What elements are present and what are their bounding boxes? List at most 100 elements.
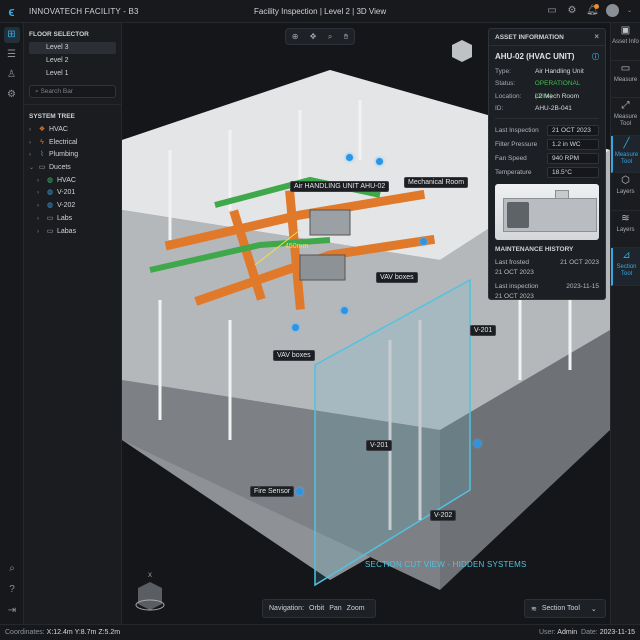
- close-icon[interactable]: ×: [594, 32, 599, 41]
- coord-y: Y:8.7m: [74, 629, 97, 636]
- fire-sensor-label[interactable]: Fire Sensor: [250, 486, 295, 497]
- tool-asset-info[interactable]: ▣ Asset Info: [611, 23, 640, 61]
- tree-item[interactable]: › ⌇ Plumbing: [24, 149, 121, 162]
- coords-label: Coordinates:: [5, 629, 45, 636]
- ahu-label[interactable]: Air HANDLING UNIT AHU-02: [290, 181, 390, 192]
- asset-property: Status: OPERATIONAL (98%): [489, 78, 605, 99]
- chevron-right-icon[interactable]: ›: [29, 149, 35, 162]
- sensor-marker[interactable]: [474, 440, 481, 447]
- section-tool-label: Section Tool: [541, 605, 580, 612]
- tool-measure-tool[interactable]: ⤢ Measure Tool: [611, 98, 640, 136]
- system-tree-heading: SYSTEM TREE: [29, 113, 75, 120]
- tree-item-label: Ducets: [49, 164, 71, 172]
- sensor-marker[interactable]: [341, 307, 348, 314]
- tree-item[interactable]: › ▭ Labas: [24, 226, 121, 239]
- search-icon[interactable]: ⌕: [2, 563, 22, 574]
- bell-icon[interactable]: 🔔︎: [586, 3, 599, 17]
- chevron-down-icon[interactable]: ⌄: [627, 5, 632, 17]
- sensor-marker[interactable]: [420, 238, 427, 245]
- chevron-down-icon[interactable]: ⌄: [29, 162, 35, 175]
- asset-property: Type: Air Handling Unit: [489, 66, 605, 78]
- v201-label[interactable]: V-201: [366, 440, 393, 451]
- vav-label[interactable]: VAV boxes: [273, 350, 315, 361]
- pan-icon[interactable]: ✥: [310, 32, 317, 41]
- tool-label: Section Tool: [616, 264, 637, 277]
- gear-icon[interactable]: ⚙: [566, 5, 578, 17]
- tree-item[interactable]: › ϟ Electrical: [24, 137, 121, 150]
- chevron-right-icon[interactable]: ›: [37, 200, 43, 213]
- orbit-button[interactable]: Orbit: [309, 605, 324, 612]
- maintenance-label: Last frosted: [495, 259, 529, 267]
- tree-item[interactable]: › ▭ Labs: [24, 213, 121, 226]
- chevron-right-icon[interactable]: ›: [37, 213, 43, 226]
- folder-icon: ▭: [38, 164, 46, 172]
- asset-title: AHU-02 (HVAC UNIT): [495, 52, 575, 61]
- logout-icon[interactable]: ⇥: [2, 605, 22, 616]
- tree-item[interactable]: ⌄ ▭ Ducets: [24, 162, 121, 175]
- field-value[interactable]: 21 OCT 2023: [547, 124, 599, 136]
- tree-item[interactable]: › ❖ HVAC: [24, 124, 121, 137]
- tool-section-tool[interactable]: ⊿ Section Tool: [611, 248, 640, 286]
- chevron-right-icon[interactable]: ›: [37, 226, 43, 239]
- tool-measure[interactable]: ▭ Measure: [611, 61, 640, 98]
- settings-icon[interactable]: ⚙: [4, 87, 20, 103]
- tool-icon: ⤢: [621, 100, 630, 111]
- search-input[interactable]: ⌕ Search Bar: [29, 85, 116, 98]
- avatar[interactable]: [606, 4, 619, 17]
- tool-layers[interactable]: ≋ Layers: [611, 211, 640, 248]
- navigation-cube[interactable]: [135, 582, 165, 611]
- field-value[interactable]: 1.2 in WC: [547, 138, 599, 150]
- sensor-marker[interactable]: [376, 158, 383, 165]
- breadcrumb-item[interactable]: 3D View: [356, 7, 386, 16]
- user-icon[interactable]: ♙: [4, 67, 20, 83]
- sensor-marker[interactable]: [292, 324, 299, 331]
- level-3-item[interactable]: Level 3: [29, 42, 116, 54]
- view-toolbar: ⊕ ✥ ⌕ ✋︎: [285, 28, 355, 45]
- chevron-right-icon[interactable]: ›: [29, 137, 35, 150]
- list-icon[interactable]: ☰: [4, 47, 20, 63]
- field-label: Filter Pressure: [495, 140, 538, 148]
- field-value[interactable]: 940 RPM: [547, 152, 599, 164]
- info-icon[interactable]: ⓘ: [592, 52, 599, 62]
- zoom-icon[interactable]: ⌕: [328, 32, 332, 42]
- chevron-right-icon[interactable]: ›: [29, 124, 35, 137]
- sensor-marker[interactable]: [346, 154, 353, 161]
- zoom-button[interactable]: Zoom: [347, 605, 365, 612]
- breadcrumb-item[interactable]: Facility Inspection: [254, 7, 318, 16]
- vav-label[interactable]: VAV boxes: [376, 272, 418, 283]
- tool-label: Measure: [613, 76, 638, 83]
- tool-label: Layers: [616, 189, 635, 195]
- level-2-item[interactable]: Level 2: [29, 55, 116, 67]
- search-placeholder: Search Bar: [40, 88, 73, 95]
- help-icon[interactable]: ?: [2, 584, 22, 595]
- date-value: 2023-11-15: [599, 629, 635, 636]
- chevron-right-icon[interactable]: ›: [37, 175, 43, 188]
- field-value[interactable]: 18.5°C: [547, 166, 599, 178]
- hvac-icon: ❖: [38, 126, 46, 133]
- orbit-icon[interactable]: ⊕: [292, 32, 299, 41]
- monitor-icon[interactable]: ▭: [546, 5, 558, 17]
- tree-item[interactable]: › ◍ V-201: [24, 187, 121, 200]
- asset-property: ID: AHU-2B-041: [489, 103, 605, 115]
- coord-z: Z:5.2m: [98, 629, 121, 636]
- navigation-label: Navigation:: [269, 605, 305, 612]
- v202-label[interactable]: V-202: [430, 510, 457, 521]
- breadcrumb-item[interactable]: Level 2: [324, 7, 350, 16]
- maintenance-date: 2023-11-15: [566, 283, 599, 291]
- tree-item-label: Electrical: [49, 138, 78, 146]
- v201-label[interactable]: V-201: [470, 325, 497, 336]
- tool-measure-tool[interactable]: ╱ Measure Tool: [611, 135, 640, 173]
- pan-button[interactable]: Pan: [329, 605, 341, 612]
- section-tool-dropdown[interactable]: ≋ Section Tool ⌄: [524, 599, 606, 618]
- level-1-item[interactable]: Level 1: [29, 68, 116, 80]
- chevron-right-icon[interactable]: ›: [37, 187, 43, 200]
- tree-item[interactable]: › ◍ V-202: [24, 200, 121, 213]
- sensor-marker[interactable]: [296, 488, 303, 495]
- mech-room-label[interactable]: Mechanical Room: [404, 177, 469, 188]
- tool-layers[interactable]: ⬡ Layers: [611, 173, 640, 211]
- tree-item[interactable]: › ◍ HVAC: [24, 175, 121, 188]
- globe-icon: ◍: [46, 189, 54, 197]
- hand-icon[interactable]: ✋︎: [344, 32, 349, 42]
- grid-icon[interactable]: ⊞: [3, 27, 20, 43]
- view-cube[interactable]: [452, 40, 472, 62]
